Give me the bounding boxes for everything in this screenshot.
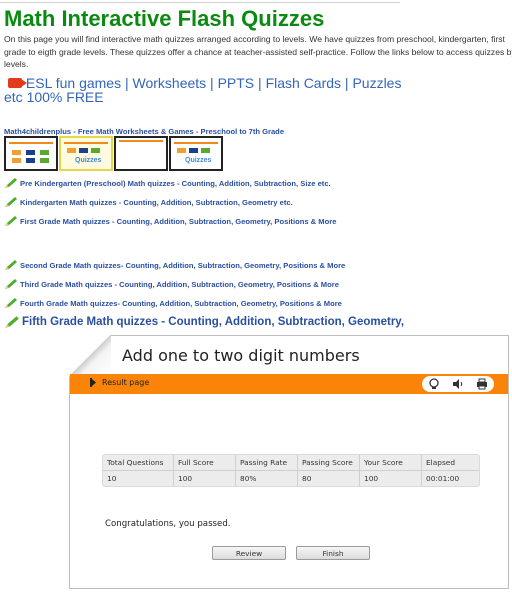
- grade-link[interactable]: Kindergarten Math quizzes - Counting, Ad…: [4, 195, 336, 209]
- grade-link[interactable]: Third Grade Math quizzes - Counting, Add…: [4, 277, 404, 291]
- grade-link[interactable]: Second Grade Math quizzes- Counting, Add…: [4, 258, 404, 272]
- sound-icon[interactable]: [452, 378, 464, 390]
- pencil-icon: [5, 316, 19, 328]
- grade-link[interactable]: Pre Kindergarten (Preschool) Math quizze…: [4, 176, 336, 190]
- new-arrow-icon: [8, 78, 27, 88]
- result-table: Total Questions Full Score Passing Rate …: [102, 454, 480, 487]
- thumbnail[interactable]: Quizzes: [59, 136, 113, 171]
- top-divider: [0, 2, 400, 3]
- review-button[interactable]: Review: [212, 546, 286, 560]
- thumbnail[interactable]: Quizzes: [169, 136, 223, 171]
- thumbnail-label: Quizzes: [185, 157, 212, 164]
- pencil-icon: [5, 260, 17, 270]
- grade-link[interactable]: First Grade Math quizzes - Counting, Add…: [4, 214, 336, 228]
- pencil-icon: [5, 298, 17, 308]
- quiz-toolbar: Result page: [70, 374, 508, 394]
- thumbnail-strip: Quizzes Quizzes: [4, 136, 223, 171]
- table-header-row: Total Questions Full Score Passing Rate …: [103, 455, 479, 470]
- quiz-title: Add one to two digit numbers: [122, 346, 360, 365]
- hint-icon[interactable]: [428, 378, 440, 390]
- quiz-panel: Add one to two digit numbers Result page…: [69, 335, 509, 589]
- result-message: Congratulations, you passed.: [105, 519, 231, 529]
- esl-link[interactable]: ESL fun games | Worksheets | PPTS | Flas…: [4, 75, 401, 105]
- table-row: 10 100 80% 80 100 00:01:00: [103, 470, 479, 486]
- math4children-link[interactable]: Math4childrenplus - Free Math Worksheets…: [4, 127, 284, 136]
- page-title: Math Interactive Flash Quizzes: [4, 6, 325, 31]
- pencil-icon: [5, 178, 17, 188]
- toolbar-buttons: [422, 376, 494, 392]
- links-group-1: Pre Kindergarten (Preschool) Math quizze…: [4, 176, 336, 233]
- pencil-icon: [5, 197, 17, 207]
- thumbnail-label: Quizzes: [75, 157, 102, 164]
- pencil-icon: [5, 279, 17, 289]
- result-page-label: Result page: [90, 378, 149, 387]
- pencil-icon: [5, 216, 17, 226]
- grade-link[interactable]: Fourth Grade Math quizzes- Counting, Add…: [4, 296, 404, 310]
- print-icon[interactable]: [476, 378, 488, 390]
- thumbnail[interactable]: [114, 136, 168, 171]
- page-marker-icon: [90, 378, 96, 387]
- grade-link[interactable]: Fifth Grade Math quizzes - Counting, Add…: [4, 315, 404, 329]
- esl-link-row[interactable]: ESL fun games | Worksheets | PPTS | Flas…: [4, 76, 414, 104]
- thumbnail[interactable]: [4, 136, 58, 171]
- links-group-2: Second Grade Math quizzes- Counting, Add…: [4, 258, 404, 334]
- intro-text: On this page you will find interactive m…: [4, 34, 512, 69]
- finish-button[interactable]: Finish: [296, 546, 370, 560]
- page-curl-decoration: [69, 335, 111, 377]
